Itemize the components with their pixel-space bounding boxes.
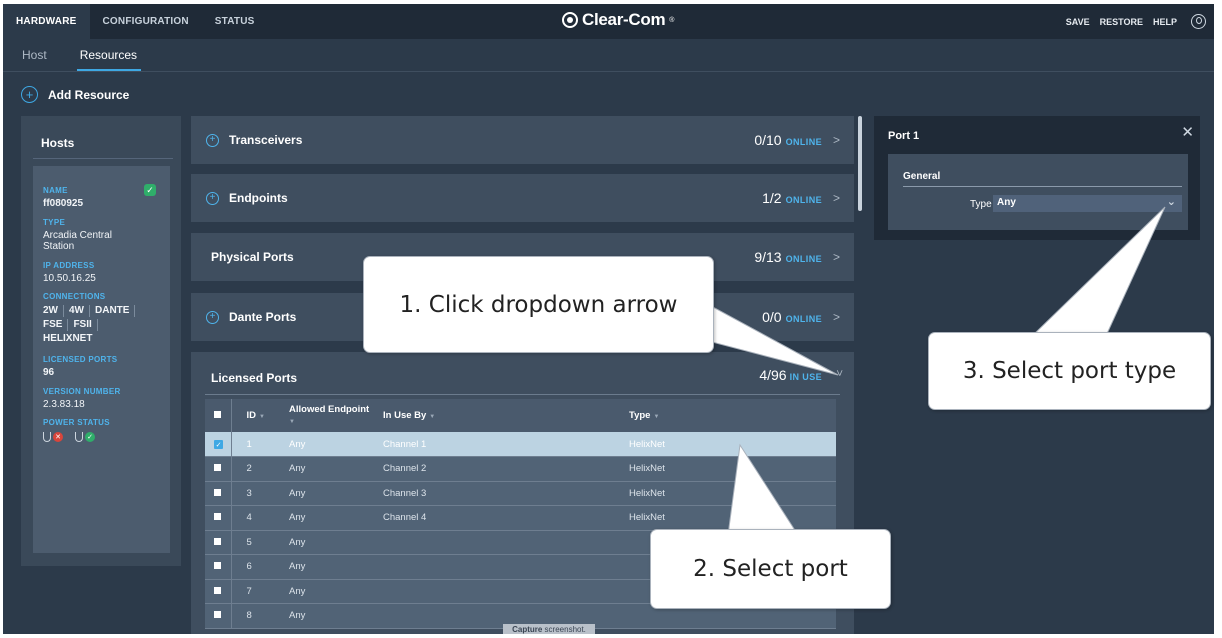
callout-pointer-2 <box>727 443 799 536</box>
callout-step-1: 1. Click dropdown arrow <box>363 256 714 353</box>
callout-step-3: 3. Select port type <box>928 332 1211 410</box>
callout-step-2: 2. Select port <box>650 529 891 609</box>
callout-pointer-3 <box>1028 206 1166 339</box>
callout-step-2-text: 2. Select port <box>693 556 848 582</box>
callout-step-3-text: 3. Select port type <box>962 358 1177 384</box>
callout-step-1-text: 1. Click dropdown arrow <box>399 291 678 318</box>
callout-pointer-1 <box>699 298 839 376</box>
